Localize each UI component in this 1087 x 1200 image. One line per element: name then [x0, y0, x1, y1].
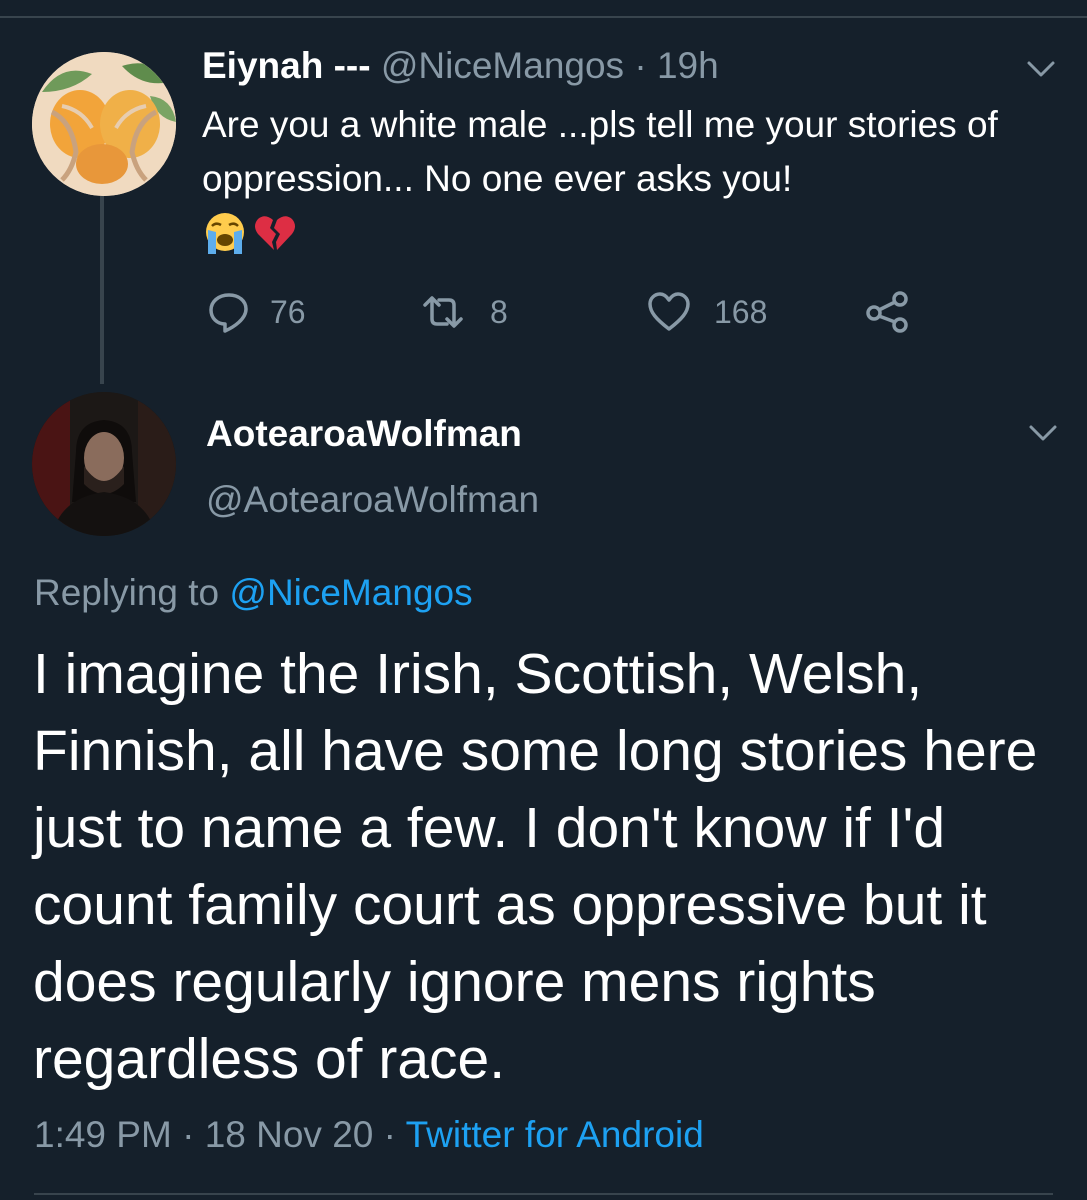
retweet-action[interactable]: 8 — [420, 288, 508, 336]
reply-tweet-text: I imagine the Irish, Scottish, Welsh, Fi… — [33, 642, 1038, 1091]
avatar-nicemangos[interactable] — [32, 52, 176, 196]
broken-heart-icon — [255, 216, 295, 250]
reply-icon — [209, 293, 248, 333]
like-count: 168 — [714, 293, 768, 330]
bottom-divider — [34, 1193, 1053, 1195]
parent-handle[interactable]: @NiceMangos — [381, 45, 624, 86]
tweet-date[interactable]: 18 Nov 20 — [205, 1114, 374, 1155]
replying-to-link[interactable]: @NiceMangos — [229, 572, 472, 613]
reply-chevron-down-icon[interactable] — [1028, 424, 1058, 442]
meta-separator-2: · — [383, 1114, 396, 1155]
parent-tweet-header: Eiynah --- @NiceMangos · 19h — [202, 44, 719, 88]
parent-display-name[interactable]: Eiynah --- — [202, 45, 371, 86]
loudly-crying-face-icon — [206, 213, 244, 254]
top-divider — [0, 16, 1087, 18]
share-action[interactable] — [864, 288, 910, 336]
replying-to-line: Replying to @NiceMangos — [34, 568, 473, 618]
like-icon — [648, 292, 690, 331]
parent-tweet-actions: 76 8 168 — [0, 288, 1087, 336]
parent-tweet-emojis — [202, 210, 298, 256]
reply-count: 76 — [270, 293, 306, 330]
chevron-down-icon[interactable] — [1026, 60, 1056, 78]
replying-to-label: Replying to — [34, 572, 220, 613]
parent-time-ago[interactable]: 19h — [657, 45, 719, 86]
share-icon — [866, 291, 908, 333]
meta-separator-1: · — [182, 1114, 195, 1155]
parent-tweet-text: Are you a white male ...pls tell me your… — [202, 104, 998, 199]
retweet-icon — [423, 296, 463, 328]
reply-handle[interactable]: @AotearoaWolfman — [206, 476, 539, 524]
tweet-meta: 1:49 PM · 18 Nov 20 · Twitter for Androi… — [34, 1110, 704, 1160]
avatar-aotearoawolfman[interactable] — [32, 392, 176, 536]
reply-action[interactable]: 76 — [206, 288, 306, 336]
parent-header-separator: · — [634, 45, 647, 86]
retweet-count: 8 — [490, 293, 508, 330]
tweet-source-link[interactable]: Twitter for Android — [406, 1114, 704, 1155]
reply-display-name[interactable]: AotearoaWolfman — [206, 410, 522, 458]
like-action[interactable]: 168 — [646, 288, 767, 336]
tweet-time[interactable]: 1:49 PM — [34, 1114, 172, 1155]
